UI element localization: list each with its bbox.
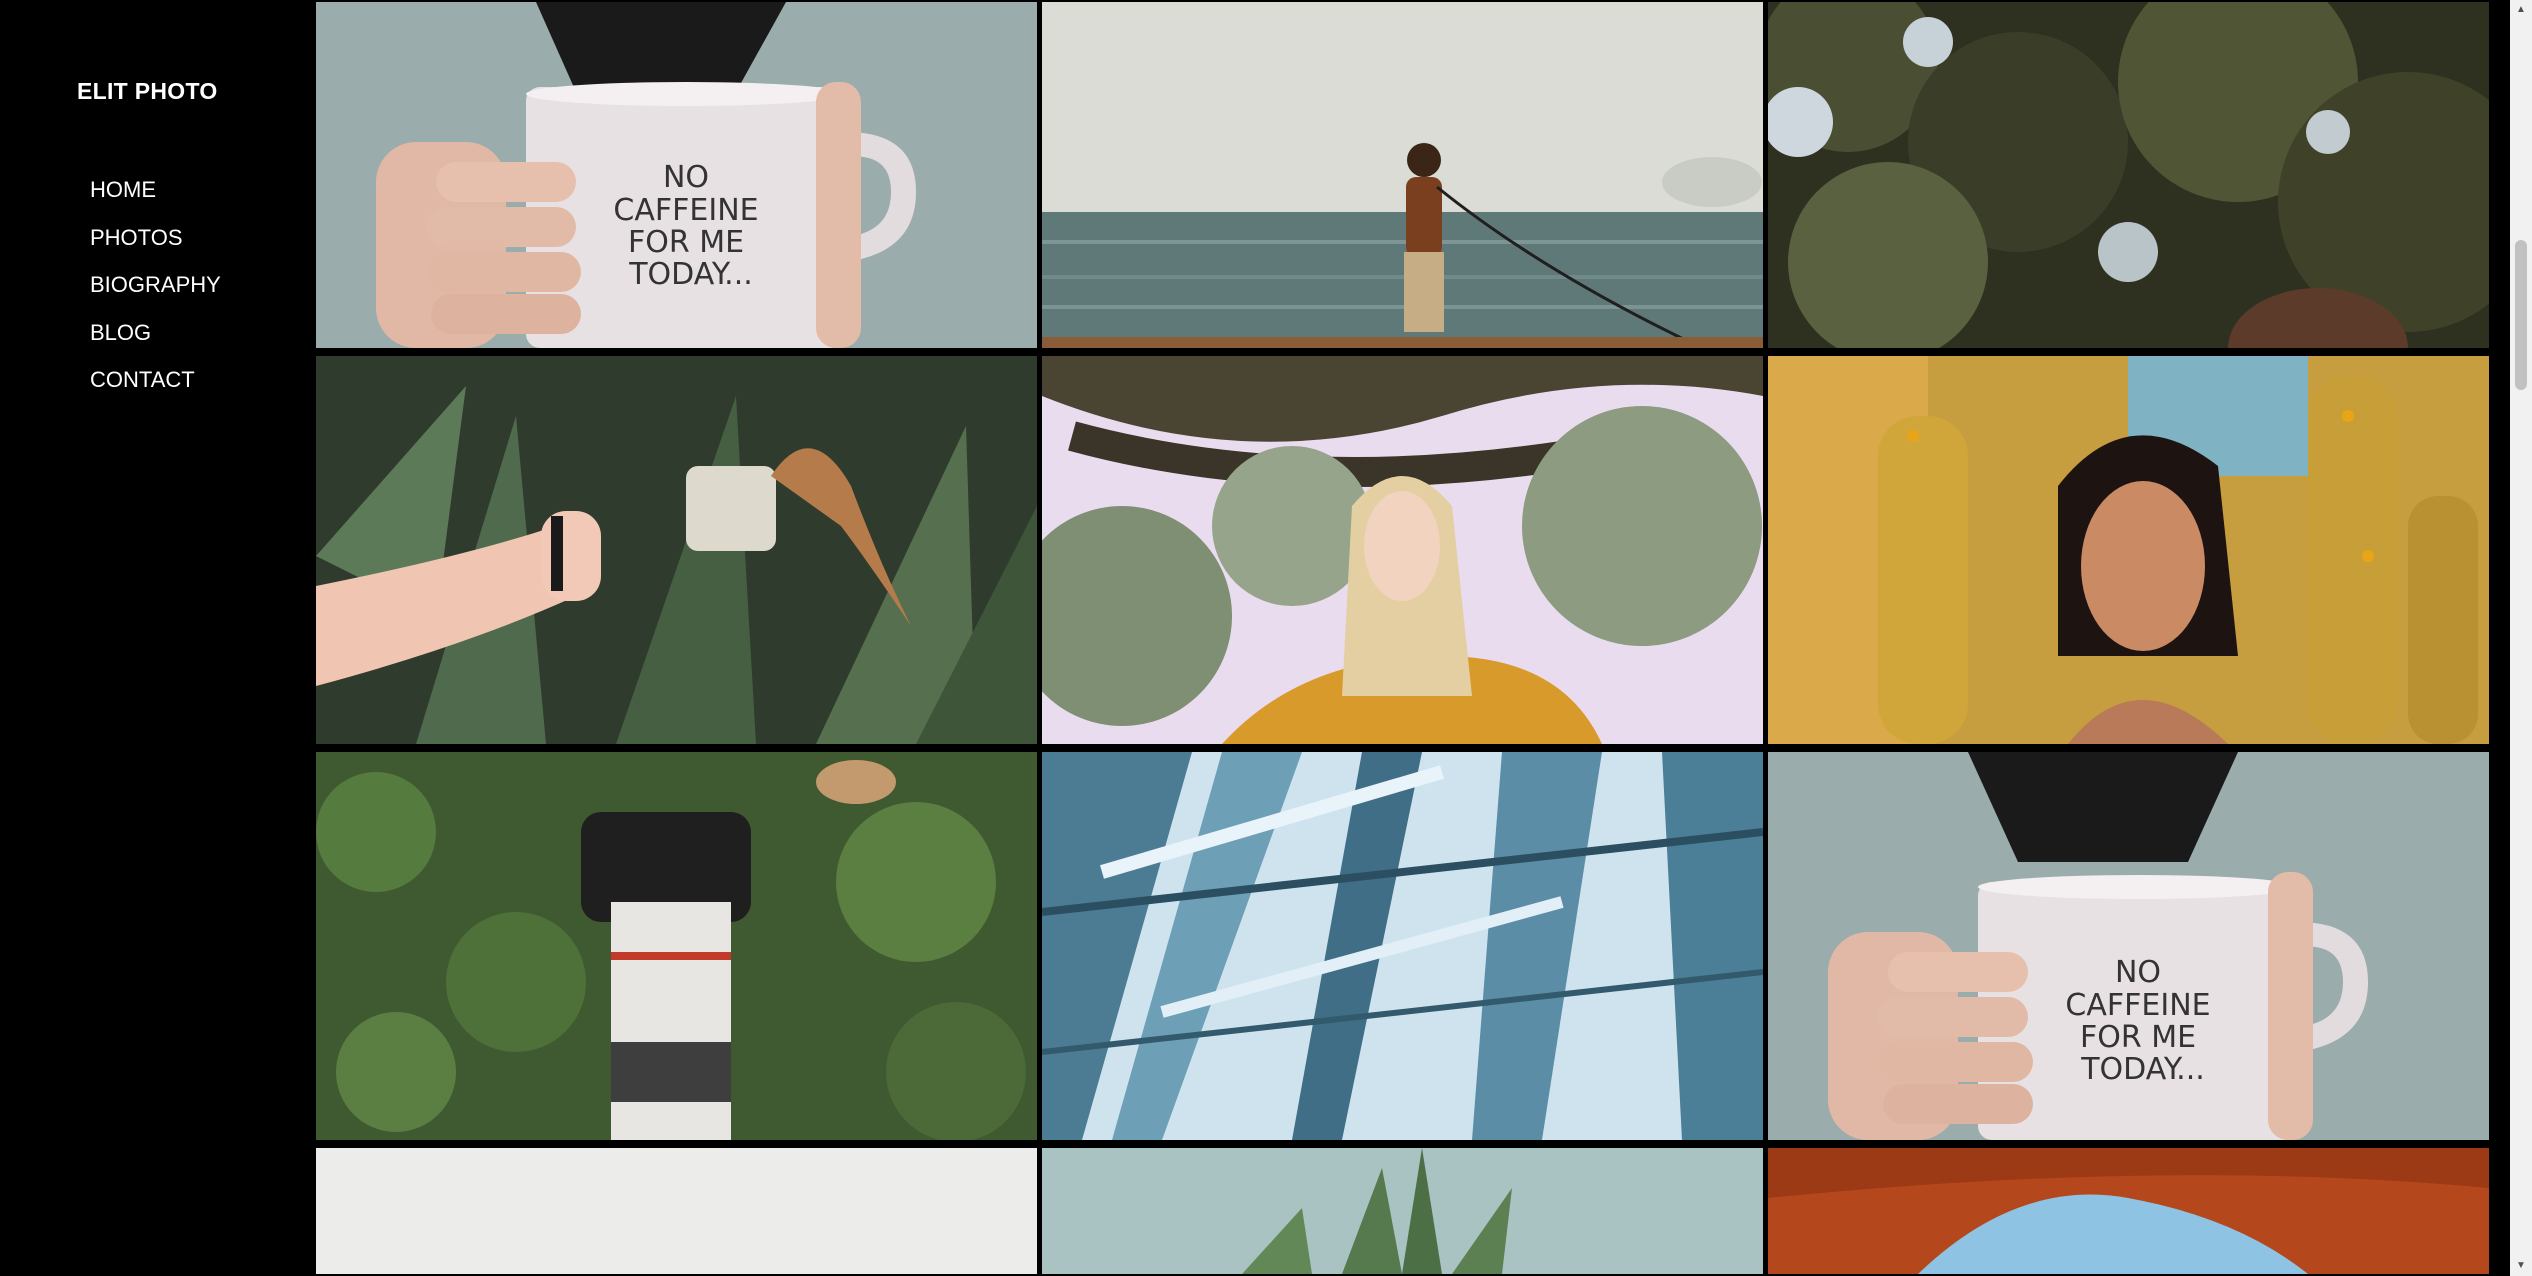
main-nav: HOME PHOTOS BIOGRAPHY BLOG CONTACT [90,176,221,414]
site-logo[interactable]: ELIT PHOTO [77,78,218,105]
photo-gallery: NO CAFFEINE FOR ME TODAY... NO CAFFEINE … [314,0,2490,1276]
app-window: ELIT PHOTO HOME PHOTOS BIOGRAPHY BLOG CO… [0,0,2532,1276]
mug-text-line-2: CAFFEINE [613,193,758,228]
mug-text-line-1: NO [2115,955,2161,990]
photo-blue-paint-abstract[interactable] [1042,752,1763,1140]
mug-text-line-1: NO [663,160,709,195]
photo-tree-canopy[interactable] [1768,2,2489,348]
photo-coffee-splash-palms[interactable] [316,356,1037,744]
mug-text-line-3: FOR ME [628,225,744,260]
photo-blonde-girl-tree[interactable] [1042,356,1763,744]
photo-child-by-sea[interactable] [1042,2,1763,348]
mug-text-line-3: FOR ME [2080,1020,2196,1055]
scroll-down-arrow-icon[interactable]: ▼ [2510,1256,2532,1276]
scrollbar-thumb[interactable] [2515,240,2527,390]
nav-item-photos[interactable]: PHOTOS [90,224,221,272]
nav-item-biography[interactable]: BIOGRAPHY [90,271,221,319]
photo-light-gray[interactable] [316,1148,1037,1274]
mug-text-line-2: CAFFEINE [2065,988,2210,1023]
photo-coffee-mug-hands[interactable]: NO CAFFEINE FOR ME TODAY... [316,2,1037,348]
mug-text-line-4: TODAY... [628,257,753,292]
nav-item-contact[interactable]: CONTACT [90,366,221,414]
nav-item-home[interactable]: HOME [90,176,221,224]
scroll-up-arrow-icon[interactable]: ▲ [2510,0,2532,20]
photo-woman-cactus[interactable] [1768,356,2489,744]
sidebar: ELIT PHOTO HOME PHOTOS BIOGRAPHY BLOG CO… [0,0,314,1276]
photo-coffee-mug-hands-2[interactable]: NO CAFFEINE FOR ME TODAY... [1768,752,2489,1140]
photo-rock-arch[interactable] [1768,1148,2489,1274]
nav-item-blog[interactable]: BLOG [90,319,221,367]
photo-camera-on-ivy[interactable] [316,752,1037,1140]
vertical-scrollbar[interactable]: ▲ ▼ [2510,0,2532,1276]
mug-text-line-4: TODAY... [2080,1052,2205,1087]
photo-palm-sky[interactable] [1042,1148,1763,1274]
